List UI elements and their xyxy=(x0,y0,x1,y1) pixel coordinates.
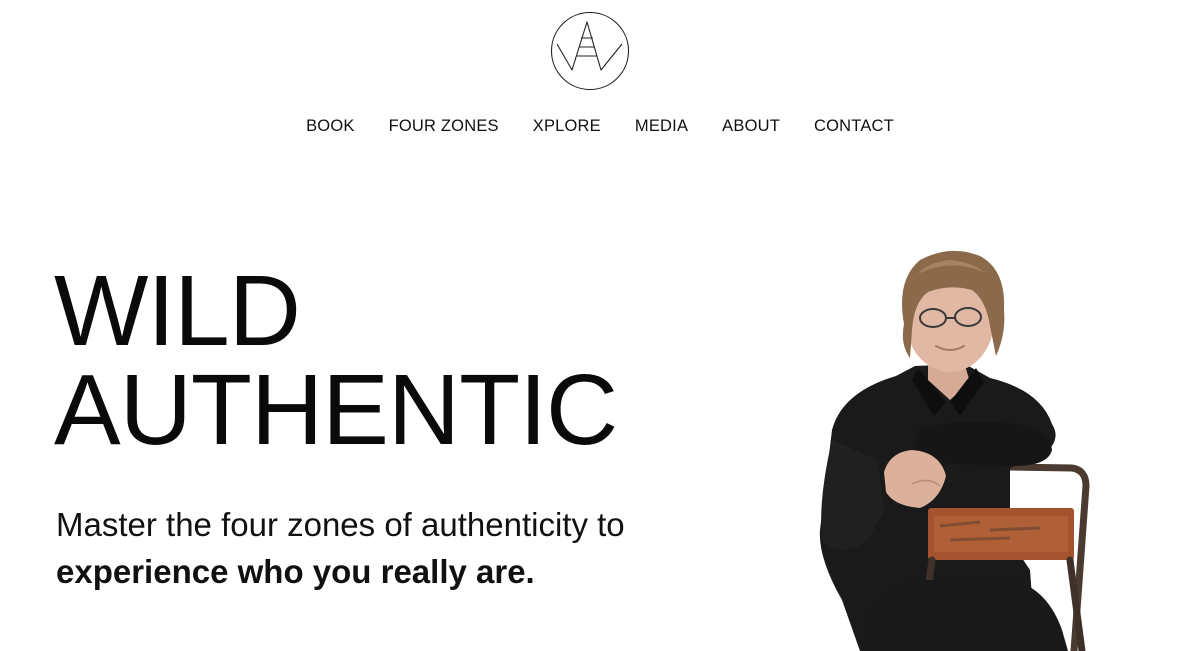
nav-link-media[interactable]: MEDIA xyxy=(635,116,688,136)
hero-tagline: Master the four zones of authenticity to… xyxy=(56,501,696,595)
nav-link-book[interactable]: BOOK xyxy=(306,116,354,136)
nav-link-contact[interactable]: CONTACT xyxy=(814,116,894,136)
tagline-regular-text: Master the four zones of authenticity to xyxy=(56,506,625,543)
tagline-bold-text: experience who you really are. xyxy=(56,553,535,590)
hero-title-line-2: AUTHENTIC xyxy=(54,354,618,466)
page: BOOK FOUR ZONES XPLORE MEDIA ABOUT CONTA… xyxy=(0,0,1200,651)
hero-title: WILD AUTHENTIC xyxy=(54,255,618,466)
nav-link-xplore[interactable]: XPLORE xyxy=(533,116,601,136)
wa-logo-icon[interactable] xyxy=(550,11,630,91)
hero-title-line-1: WILD xyxy=(54,255,301,367)
main-nav: BOOK FOUR ZONES XPLORE MEDIA ABOUT CONTA… xyxy=(0,115,1200,137)
portrait-photo xyxy=(819,250,1090,651)
nav-link-four-zones[interactable]: FOUR ZONES xyxy=(389,116,499,136)
nav-link-about[interactable]: ABOUT xyxy=(722,116,780,136)
